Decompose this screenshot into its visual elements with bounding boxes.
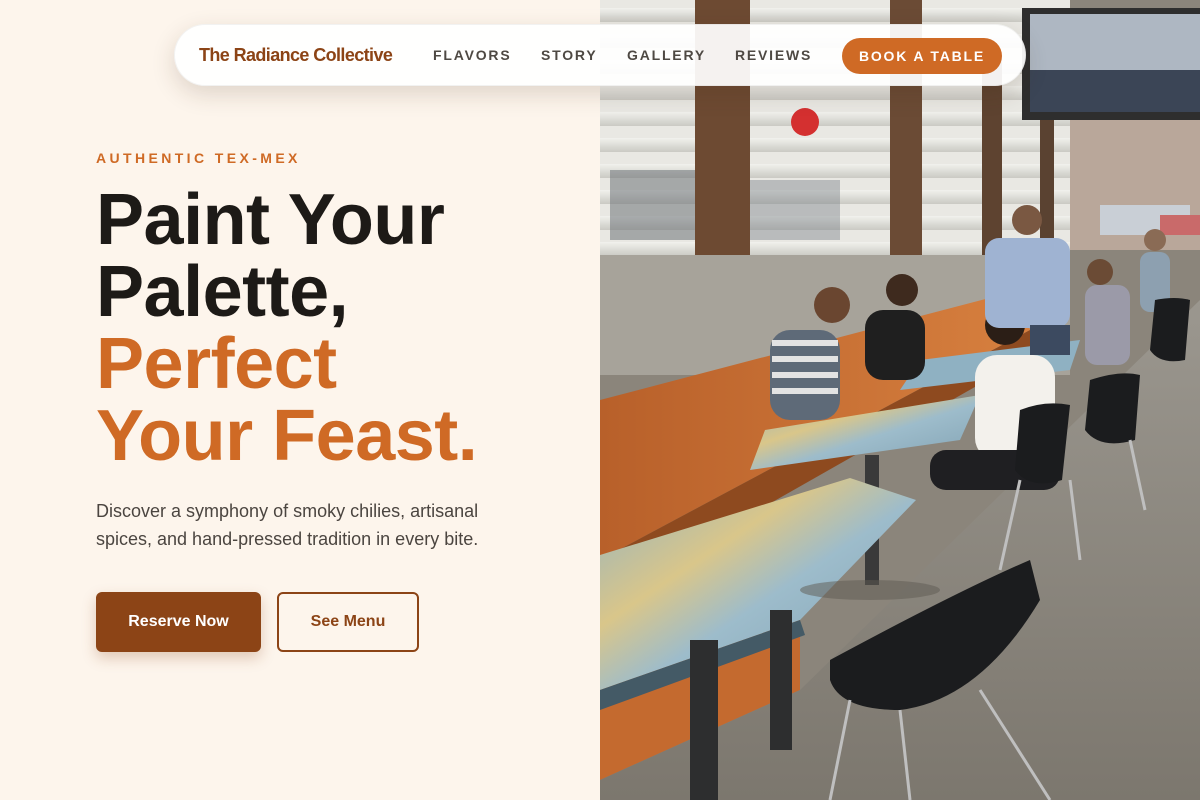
headline-accent-line-1: Perfect (96, 324, 337, 404)
hero-description: Discover a symphony of smoky chilies, ar… (96, 501, 479, 549)
nav-link-gallery[interactable]: GALLERY (627, 47, 706, 63)
headline-line-1: Paint Your (96, 180, 445, 260)
headline-accent-line-2: Your Feast. (96, 396, 478, 476)
headline-line-2: Palette, (96, 252, 349, 332)
hero-eyebrow: AUTHENTIC TEX-MEX (96, 150, 301, 166)
patio-dining-image (600, 0, 1200, 800)
hero-content: AUTHENTIC TEX-MEX Paint Your Palette, Pe… (0, 0, 600, 800)
reserve-now-button[interactable]: Reserve Now (96, 592, 261, 652)
brand-logo[interactable]: The Radiance Collective (199, 45, 393, 66)
nav-link-flavors[interactable]: FLAVORS (433, 47, 511, 63)
see-menu-button[interactable]: See Menu (277, 592, 419, 652)
hero-photo (600, 0, 1200, 800)
nav-link-story[interactable]: STORY (541, 47, 597, 63)
hero-headline: Paint Your Palette, Perfect Your Feast. (96, 180, 478, 476)
book-a-table-button[interactable]: BOOK A TABLE (842, 38, 1002, 74)
nav-link-reviews[interactable]: REVIEWS (735, 47, 812, 63)
top-navigation: The Radiance Collective FLAVORS STORY GA… (174, 24, 1026, 86)
